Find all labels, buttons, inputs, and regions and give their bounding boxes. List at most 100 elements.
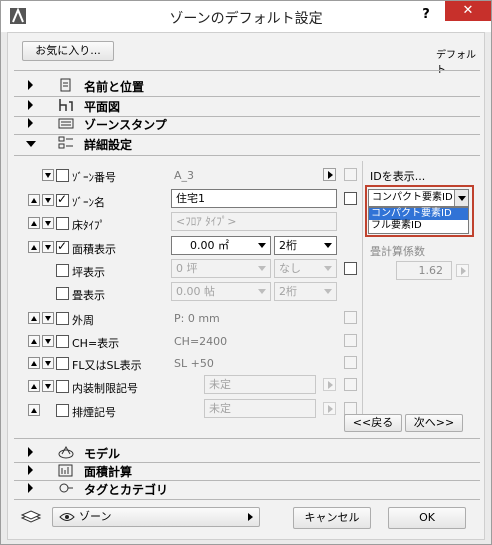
move-down-button[interactable] (42, 241, 54, 253)
option-full-id[interactable]: フル要素ID (369, 220, 468, 232)
tsubo-side-checkbox[interactable] (344, 262, 357, 275)
floor-plan-icon (59, 99, 73, 111)
layer-name: ゾーン (79, 510, 112, 523)
interior-restriction-checkbox[interactable] (56, 380, 69, 393)
ok-button[interactable]: OK (388, 507, 466, 529)
zone-stamp-icon (58, 118, 74, 129)
tatami-factor-input[interactable]: 1.62 (396, 261, 452, 280)
section-tag-category[interactable]: タグとカテゴリ (14, 480, 472, 498)
dropdown-button[interactable] (454, 190, 468, 206)
show-id-label: IDを表示... (370, 170, 426, 183)
area-precision-select[interactable]: 2桁 (274, 236, 337, 255)
area-display-checkbox[interactable] (56, 239, 69, 254)
smoke-exhaust-checkbox[interactable] (56, 404, 69, 417)
zone-name-input[interactable]: 住宅1 (171, 189, 337, 208)
expand-arrow-icon[interactable] (28, 80, 33, 90)
move-down-button[interactable] (42, 312, 54, 324)
fl-sl-label: FL又はSL表示 (72, 359, 142, 372)
selected-value: 2桁 (279, 285, 297, 298)
fl-sl-checkbox[interactable] (56, 357, 69, 370)
perimeter-checkbox[interactable] (56, 312, 69, 325)
ch-side-checkbox[interactable] (344, 334, 357, 347)
move-up-button[interactable] (28, 335, 40, 347)
move-down-button[interactable] (42, 357, 54, 369)
move-up-button[interactable] (28, 217, 40, 229)
tsubo-label: 坪表示 (72, 266, 105, 279)
section-label: 詳細設定 (84, 138, 133, 152)
help-button[interactable]: ? (416, 5, 436, 25)
section-area-calc[interactable]: 面積計算 (14, 462, 472, 480)
chevron-down-icon (324, 243, 332, 248)
tatami-factor-label: 畳計算係数 (370, 245, 425, 258)
section-detail-settings[interactable]: 詳細設定 (14, 135, 472, 153)
interior-restriction-input[interactable]: 未定 (204, 375, 316, 394)
zone-name-side-checkbox[interactable] (344, 192, 357, 205)
zone-number-label: ｿﾞｰﾝ番号 (72, 171, 116, 184)
fl-sl-side-checkbox[interactable] (344, 356, 357, 369)
selected-value: 0 坪 (176, 262, 198, 275)
ch-display-checkbox[interactable] (56, 335, 69, 348)
floor-type-input[interactable]: <ﾌﾛｱ ﾀｲﾌﾟ> (171, 212, 337, 231)
chevron-down-icon (258, 243, 266, 248)
tatami-checkbox[interactable] (56, 287, 69, 300)
move-up-button[interactable] (28, 357, 40, 369)
selected-value: 2桁 (279, 239, 297, 252)
back-button[interactable]: <<戻る (344, 414, 402, 432)
expand-arrow-icon[interactable] (28, 447, 33, 457)
smoke-exhaust-expand-button[interactable] (323, 402, 336, 415)
tatami-factor-arrow[interactable] (456, 264, 469, 277)
section-label: 面積計算 (84, 465, 133, 479)
expand-arrow-icon[interactable] (28, 483, 33, 493)
option-compact-id[interactable]: コンパクト要素ID (369, 208, 468, 220)
area-value-select[interactable]: 0.00 ㎡ (171, 236, 271, 255)
zone-number-checkbox[interactable] (56, 169, 69, 182)
tatami-value-select[interactable]: 0.00 帖 (171, 282, 271, 301)
perimeter-side-checkbox[interactable] (344, 311, 357, 324)
id-format-select[interactable]: コンパクト要素ID (368, 189, 469, 207)
tatami-precision-select[interactable]: 2桁 (274, 282, 337, 301)
section-floor-plan[interactable]: 平面図 (14, 97, 472, 115)
move-up-button[interactable] (28, 380, 40, 392)
expand-arrow-icon[interactable] (28, 465, 33, 475)
move-up-button[interactable] (28, 312, 40, 324)
zone-number-expand-button[interactable] (323, 168, 336, 181)
fl-sl-value: SL +50 (174, 357, 214, 370)
move-up-button[interactable] (28, 404, 40, 416)
move-down-button[interactable] (42, 194, 54, 206)
smoke-exhaust-input[interactable]: 未定 (204, 399, 316, 418)
chevron-right-icon (248, 513, 253, 521)
floor-type-checkbox[interactable] (56, 217, 69, 230)
expand-arrow-icon[interactable] (28, 100, 33, 110)
section-label: 平面図 (84, 100, 121, 114)
divider (14, 70, 480, 71)
move-down-button[interactable] (42, 335, 54, 347)
move-up-button[interactable] (28, 194, 40, 206)
section-name-position[interactable]: 名前と位置 (14, 77, 472, 95)
dialog-content: お気に入り... デフォルト 名前と位置 平面図 ゾーンスタンプ 詳細設定 (7, 32, 485, 540)
collapse-arrow-icon[interactable] (26, 141, 36, 147)
default-label: デフォルト (436, 50, 476, 76)
close-button[interactable]: ✕ (445, 1, 491, 21)
interior-restriction-expand-button[interactable] (323, 378, 336, 391)
move-up-button[interactable] (28, 241, 40, 253)
eye-icon (59, 513, 75, 521)
move-down-button[interactable] (42, 380, 54, 392)
expand-arrow-icon[interactable] (28, 118, 33, 128)
tsubo-value-select[interactable]: 0 坪 (171, 259, 271, 278)
move-down-button[interactable] (42, 169, 54, 181)
section-model[interactable]: モデル (14, 444, 472, 462)
layer-select[interactable]: ゾーン (52, 507, 260, 527)
move-down-button[interactable] (42, 217, 54, 229)
tsubo-checkbox[interactable] (56, 264, 69, 277)
tsubo-precision-select[interactable]: なし (274, 259, 337, 278)
chevron-down-icon (258, 266, 266, 271)
divider (14, 499, 480, 500)
next-button[interactable]: 次へ>> (405, 414, 463, 432)
section-zone-stamp[interactable]: ゾーンスタンプ (14, 115, 472, 133)
perimeter-value: P: 0 mm (174, 312, 220, 325)
zone-number-side-checkbox[interactable] (344, 168, 357, 181)
interior-restriction-side-checkbox[interactable] (344, 378, 357, 391)
favorites-button[interactable]: お気に入り... (22, 41, 114, 61)
zone-name-checkbox[interactable] (56, 192, 69, 207)
cancel-button[interactable]: キャンセル (293, 507, 371, 529)
